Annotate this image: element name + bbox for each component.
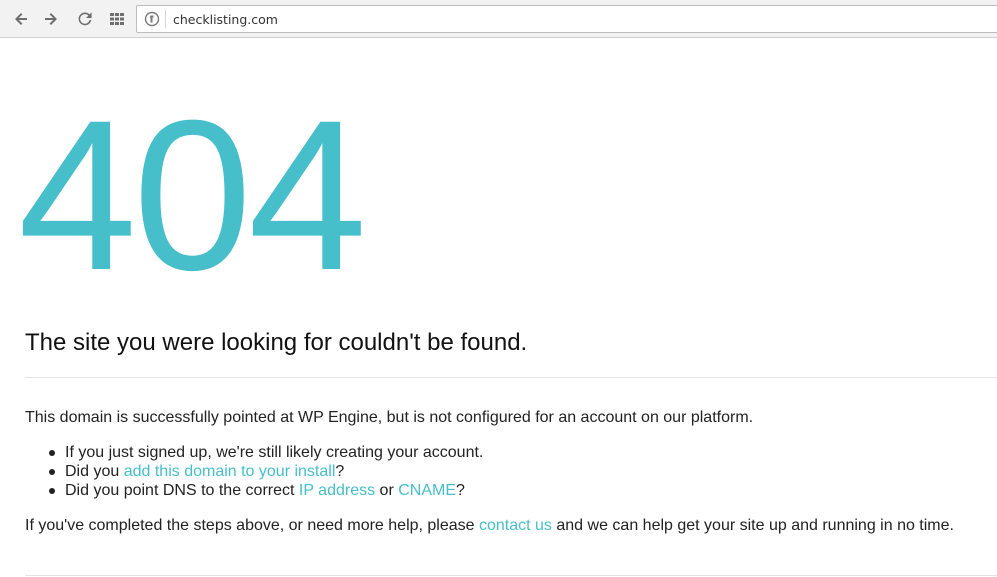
steps-list: If you just signed up, we're still likel… [25,443,483,500]
arrow-left-icon [15,13,27,25]
error-code: 404 [18,76,367,315]
forward-button[interactable] [41,9,61,29]
reload-icon [78,12,92,26]
bullet-icon [49,488,55,494]
arrow-right-icon [45,13,57,25]
list-item: Did you add this domain to your install? [25,462,483,481]
help-text-prefix: If you've completed the steps above, or … [25,517,479,534]
contact-us-link[interactable]: contact us [479,517,552,534]
reload-button[interactable] [75,9,95,29]
ip-address-link[interactable]: IP address [299,482,375,499]
list-item: If you just signed up, we're still likel… [25,443,483,462]
bullet-icon [49,450,55,456]
intro-text: This domain is successfully pointed at W… [25,409,754,426]
add-domain-link[interactable]: add this domain to your install [124,463,336,480]
help-text: If you've completed the steps above, or … [25,517,954,535]
apps-button[interactable] [107,9,127,29]
step-text-prefix: Did you [65,463,124,480]
divider [25,377,997,378]
address-bar[interactable]: checklisting.com [136,5,997,33]
bullet-icon [49,469,55,475]
step-text-suffix: ? [335,463,345,480]
omnibox-divider [165,10,166,28]
step-text-suffix: ? [456,482,465,499]
cname-link[interactable]: CNAME [398,482,456,499]
step-text-middle: or [375,482,399,499]
back-button[interactable] [11,9,31,29]
site-info-icon[interactable] [144,11,160,27]
step-text-prefix: Did you point DNS to the correct [65,482,299,499]
step-text: If you just signed up, we're still likel… [65,444,484,461]
error-page: 404 The site you were looking for couldn… [0,39,997,577]
help-text-suffix: and we can help get your site up and run… [551,517,954,534]
page-title: The site you were looking for couldn't b… [25,329,528,356]
url-text[interactable]: checklisting.com [173,12,278,27]
apps-grid-icon [110,13,124,25]
divider [25,575,997,576]
list-item: Did you point DNS to the correct IP addr… [25,481,483,500]
browser-toolbar: checklisting.com [0,0,997,38]
